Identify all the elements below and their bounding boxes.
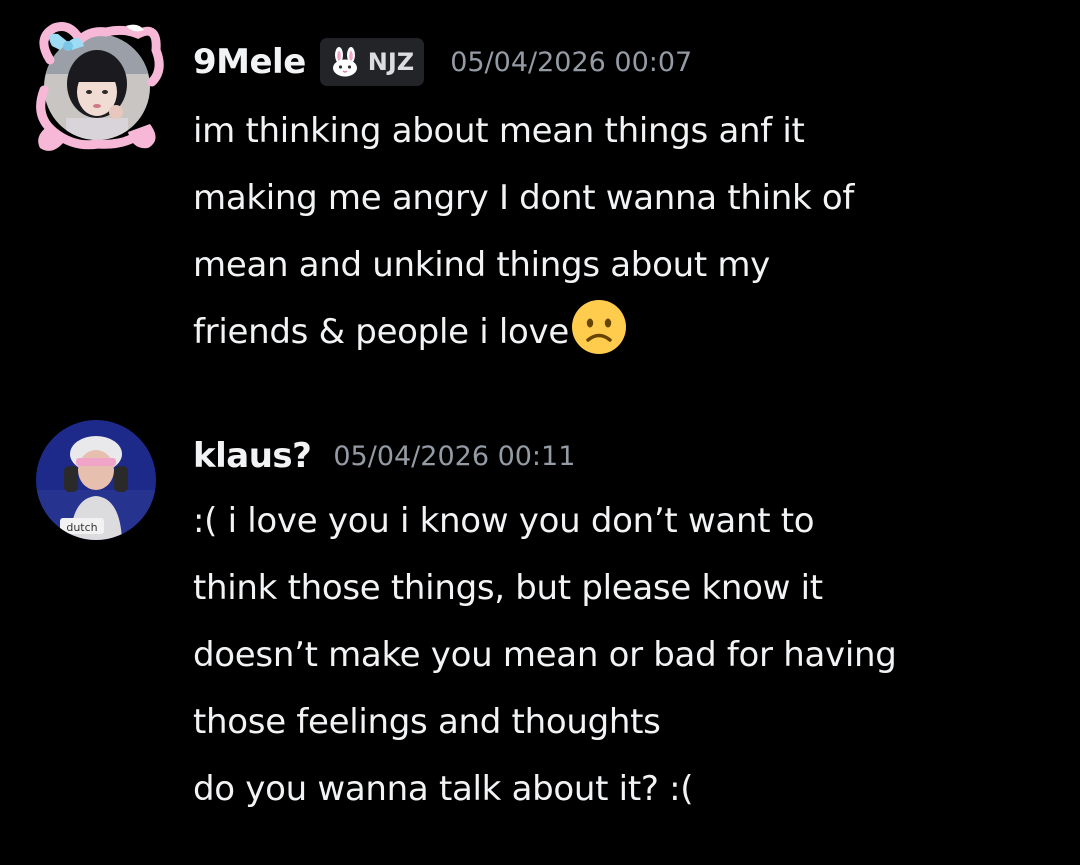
avatar[interactable]: dutch [30, 418, 166, 554]
followup-message: do you wanna talk about it? :( [193, 769, 694, 809]
message-header: klaus? 05/04/2026 00:11 [193, 436, 575, 476]
avatar[interactable] [30, 20, 166, 156]
timestamp[interactable]: 05/04/2026 00:11 [333, 441, 575, 472]
message-line-with-emoji: friends & people i love [193, 299, 1053, 366]
server-tag-label: NJZ [367, 48, 415, 76]
message-line-text: friends & people i love [193, 312, 569, 352]
username[interactable]: klaus? [193, 436, 312, 476]
timestamp[interactable]: 05/04/2026 00:07 [450, 47, 692, 78]
message-line: doesn’t make you mean or bad for having [193, 635, 897, 675]
avatar-decoration-bow [36, 22, 164, 151]
message-line: mean and unkind things about my [193, 245, 771, 285]
message-line: im thinking about mean things anf it [193, 111, 805, 151]
frowning-face-icon[interactable] [571, 299, 627, 355]
message-content: :( i love you i know you don’t want to t… [193, 488, 1053, 823]
avatar-photo: dutch [36, 420, 156, 540]
message-line: making me angry I dont wanna think of [193, 178, 855, 218]
message-line: :( i love you i know you don’t want to [193, 501, 815, 541]
username[interactable]: 9Mele [193, 42, 306, 82]
server-tag[interactable]: NJZ [319, 38, 425, 86]
message-line: think those things, but please know it [193, 568, 823, 608]
message-line: those feelings and thoughts [193, 702, 661, 742]
avatar-caption: dutch [66, 521, 97, 534]
bunny-icon [332, 47, 357, 77]
message-header: 9Mele NJZ 05/04/2026 00:07 [193, 38, 692, 86]
message-content: im thinking about mean things anf it mak… [193, 98, 1053, 366]
